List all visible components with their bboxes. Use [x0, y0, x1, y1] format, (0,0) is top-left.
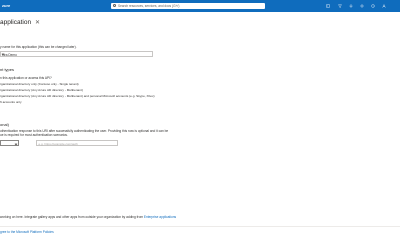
brand-label: zure: [2, 3, 11, 8]
close-blade-icon[interactable]: ✕: [35, 19, 40, 26]
redirect-uri-heading: onal): [0, 122, 9, 127]
chevron-down-icon: [14, 142, 17, 145]
enterprise-apps-link[interactable]: Enterprise applications: [144, 215, 176, 219]
search-icon: [113, 4, 117, 8]
account-types-question: n this application or access this API?: [0, 76, 52, 80]
account-type-option-single-tenant[interactable]: rganizational directory only (Contoso on…: [0, 82, 79, 86]
global-search-input[interactable]: Search resources, services, and docs (G+…: [111, 3, 265, 9]
footer-description: working on here. Integrate gallery apps …: [0, 215, 143, 219]
redirect-uri-input[interactable]: e.g. https://example.com/auth: [36, 140, 118, 146]
app-name-input[interactable]: ntra Demo: [0, 51, 153, 57]
platform-select[interactable]: [0, 140, 19, 146]
settings-gear-icon[interactable]: [360, 4, 364, 8]
divider: [0, 226, 400, 227]
search-placeholder: Search resources, services, and docs (G+…: [118, 4, 180, 8]
footer-text: working on here. Integrate gallery apps …: [0, 215, 176, 219]
platform-policies-link[interactable]: gree to the Microsoft Platform Policies: [0, 230, 54, 234]
account-type-option-personal-only[interactable]: ft accounts only: [0, 100, 22, 104]
feedback-icon[interactable]: [382, 4, 386, 8]
redirect-uri-description-2: ue is required for most authentication s…: [0, 133, 68, 137]
top-bar: zure Search resources, services, and doc…: [0, 0, 400, 12]
cloud-shell-icon[interactable]: [326, 4, 330, 8]
page-title: application: [0, 19, 32, 26]
account-type-option-multitenant-personal[interactable]: rganizational directory (Any Azure AD di…: [0, 94, 155, 98]
directory-filter-icon[interactable]: [338, 4, 342, 8]
redirect-uri-placeholder: e.g. https://example.com/auth: [38, 142, 78, 146]
name-field-label: y name for this application (this can be…: [0, 45, 77, 49]
notifications-icon[interactable]: [349, 4, 353, 8]
account-types-heading: nt types: [0, 67, 15, 72]
help-icon[interactable]: ?: [371, 4, 375, 8]
account-type-option-multitenant[interactable]: rganizational directory (Any Azure AD di…: [0, 88, 83, 92]
